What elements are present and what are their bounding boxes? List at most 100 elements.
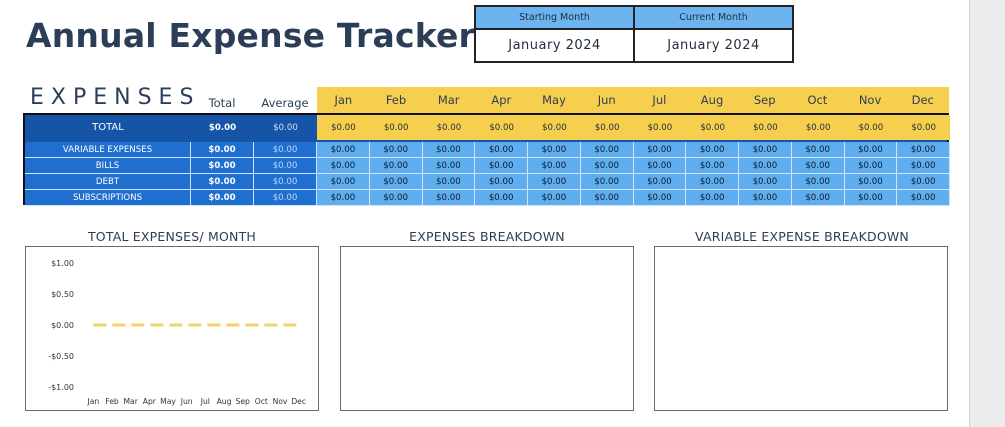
total-column-header: Total	[208, 96, 236, 110]
row-label: DEBT	[25, 174, 191, 190]
month-cell-may[interactable]: $0.00	[528, 142, 581, 158]
row-total: $0.00	[191, 158, 254, 174]
table-row-debt: DEBT $0.00 $0.00 $0.00 $0.00 $0.00 $0.00 $0.00 $…	[25, 174, 950, 190]
month-cell-apr[interactable]: $0.00	[475, 142, 528, 158]
total-expenses-chart[interactable]: $1.00 $0.50 $0.00 -$0.50 -$1.00 Jan Feb Mar Apr M…	[25, 246, 319, 411]
month-cell-jun[interactable]: $0.00	[580, 158, 634, 174]
month-cell-nov[interactable]: $0.00	[844, 174, 898, 190]
x-tick-label: Dec	[291, 397, 306, 406]
month-cell-sep[interactable]: $0.00	[739, 142, 792, 158]
month-cell-may[interactable]: $0.00	[528, 115, 581, 140]
month-cell-feb[interactable]: $0.00	[369, 142, 423, 158]
month-cell-feb[interactable]: $0.00	[369, 115, 423, 140]
month-cell-sep[interactable]: $0.00	[739, 115, 792, 140]
month-cell-jul[interactable]: $0.00	[633, 174, 687, 190]
month-cell-oct[interactable]: $0.00	[791, 142, 845, 158]
y-tick-label: -$0.50	[48, 352, 74, 361]
expenses-breakdown-panel[interactable]	[340, 246, 634, 411]
scrollbar-gutter[interactable]	[969, 0, 1005, 427]
current-month-value[interactable]: January 2024	[635, 30, 792, 61]
y-tick-label: $0.00	[51, 321, 74, 330]
month-cell-jan[interactable]: $0.00	[317, 142, 370, 158]
month-cell-jul[interactable]: $0.00	[633, 190, 687, 206]
month-header-sep: Sep	[753, 93, 776, 107]
month-cell-apr[interactable]: $0.00	[475, 190, 528, 206]
month-header-band: Jan Feb Mar Apr May Jun Jul Aug Sep Oct Nov Dec	[317, 87, 949, 113]
month-cell-dec[interactable]: $0.00	[897, 115, 950, 140]
month-cell-mar[interactable]: $0.00	[422, 115, 476, 140]
row-average: $0.00	[254, 158, 317, 174]
row-label: TOTAL	[25, 115, 191, 140]
month-cell-aug[interactable]: $0.00	[686, 142, 739, 158]
month-cell-dec[interactable]: $0.00	[897, 142, 950, 158]
month-cell-oct[interactable]: $0.00	[791, 174, 845, 190]
month-cell-dec[interactable]: $0.00	[897, 158, 950, 174]
month-cell-nov[interactable]: $0.00	[844, 190, 898, 206]
row-average: $0.00	[254, 174, 317, 190]
month-cell-apr[interactable]: $0.00	[475, 158, 528, 174]
x-tick-label: Aug	[217, 397, 232, 406]
month-cell-mar[interactable]: $0.00	[422, 190, 476, 206]
y-tick-label: $1.00	[51, 259, 74, 268]
month-cell-jun[interactable]: $0.00	[580, 115, 634, 140]
x-tick-label: Oct	[255, 397, 268, 406]
month-cell-aug[interactable]: $0.00	[686, 190, 739, 206]
month-cell-feb[interactable]: $0.00	[369, 190, 423, 206]
month-cell-dec[interactable]: $0.00	[897, 190, 950, 206]
month-header-jan: Jan	[334, 93, 353, 107]
starting-month-value[interactable]: January 2024	[476, 30, 633, 61]
month-cell-nov[interactable]: $0.00	[844, 158, 898, 174]
month-cell-mar[interactable]: $0.00	[422, 158, 476, 174]
expenses-section-label: EXPENSES	[30, 85, 201, 110]
month-cell-aug[interactable]: $0.00	[686, 174, 739, 190]
month-cell-may[interactable]: $0.00	[528, 174, 581, 190]
month-cell-jun[interactable]: $0.00	[580, 174, 634, 190]
x-tick-label: Apr	[143, 397, 157, 406]
y-tick-label: -$1.00	[48, 383, 74, 392]
month-cell-nov[interactable]: $0.00	[844, 115, 898, 140]
month-header-oct: Oct	[807, 93, 828, 107]
month-cell-apr[interactable]: $0.00	[475, 115, 528, 140]
month-cell-sep[interactable]: $0.00	[739, 190, 792, 206]
month-cell-oct[interactable]: $0.00	[791, 115, 845, 140]
month-cell-jan[interactable]: $0.00	[317, 115, 370, 140]
month-cell-dec[interactable]: $0.00	[897, 174, 950, 190]
row-average: $0.00	[254, 115, 317, 140]
month-cell-jul[interactable]: $0.00	[633, 115, 687, 140]
month-cell-mar[interactable]: $0.00	[422, 174, 476, 190]
x-tick-label: Feb	[105, 397, 119, 406]
month-header-dec: Dec	[911, 93, 934, 107]
month-cell-nov[interactable]: $0.00	[844, 142, 898, 158]
month-cell-feb[interactable]: $0.00	[369, 158, 423, 174]
month-cell-may[interactable]: $0.00	[528, 190, 581, 206]
expenses-table: TOTAL $0.00 $0.00 $0.00 $0.00 $0.00 $0.00 $0.00…	[23, 113, 950, 206]
total-expenses-chart-title: TOTAL EXPENSES/ MONTH	[87, 229, 257, 244]
month-cell-aug[interactable]: $0.00	[686, 115, 739, 140]
month-header-jun: Jun	[597, 93, 616, 107]
month-cell-jun[interactable]: $0.00	[580, 190, 634, 206]
row-total: $0.00	[191, 142, 254, 158]
month-cell-sep[interactable]: $0.00	[739, 174, 792, 190]
month-cell-jan[interactable]: $0.00	[317, 174, 370, 190]
month-header-feb: Feb	[385, 93, 407, 107]
month-cell-jun[interactable]: $0.00	[580, 142, 634, 158]
month-cell-aug[interactable]: $0.00	[686, 158, 739, 174]
month-cell-sep[interactable]: $0.00	[739, 158, 792, 174]
average-column-header: Average	[261, 96, 309, 110]
variable-expense-breakdown-panel[interactable]	[654, 246, 948, 411]
table-row-subscriptions: SUBSCRIPTIONS $0.00 $0.00 $0.00 $0.00 $0.00 $0…	[25, 190, 950, 206]
x-tick-label: Jul	[200, 397, 210, 406]
month-cell-oct[interactable]: $0.00	[791, 158, 845, 174]
month-cell-apr[interactable]: $0.00	[475, 174, 528, 190]
month-header-may: May	[542, 93, 566, 107]
current-month-column: Current Month January 2024	[633, 7, 792, 61]
month-cell-jan[interactable]: $0.00	[317, 190, 370, 206]
month-cell-jul[interactable]: $0.00	[633, 158, 687, 174]
month-cell-jan[interactable]: $0.00	[317, 158, 370, 174]
month-cell-mar[interactable]: $0.00	[422, 142, 476, 158]
month-cell-may[interactable]: $0.00	[528, 158, 581, 174]
month-cell-jul[interactable]: $0.00	[633, 142, 687, 158]
month-cell-oct[interactable]: $0.00	[791, 190, 845, 206]
table-row-variable-expenses: VARIABLE EXPENSES $0.00 $0.00 $0.00 $0.00 $0.…	[25, 142, 950, 158]
month-cell-feb[interactable]: $0.00	[369, 174, 423, 190]
